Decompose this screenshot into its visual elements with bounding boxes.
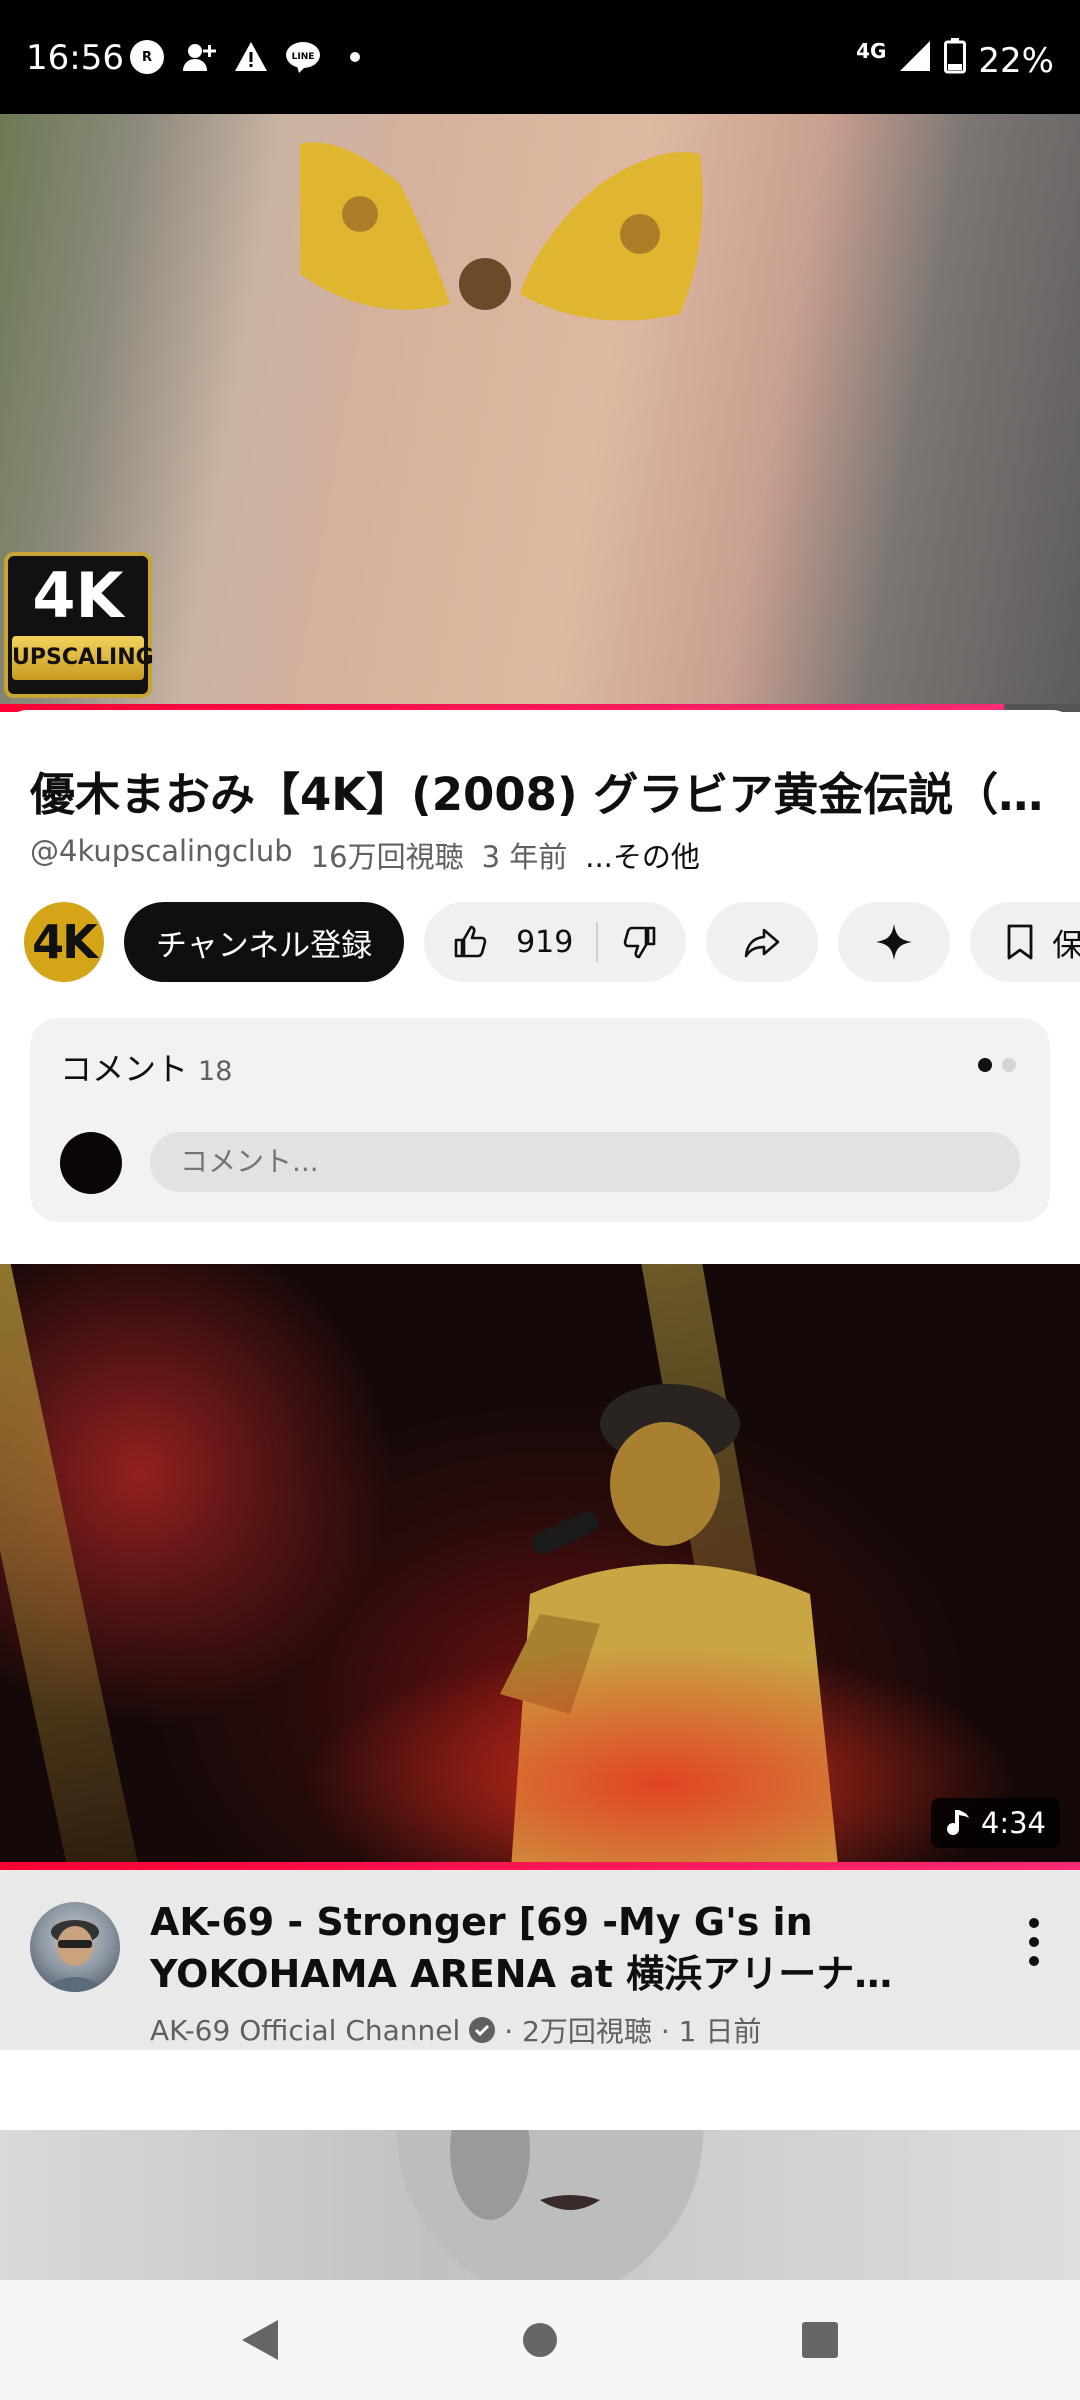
more-notifications-dot-icon xyxy=(336,38,374,76)
battery-icon xyxy=(944,38,967,83)
video-player[interactable]: 4K UPSCALING xyxy=(0,114,1080,704)
ask-ai-button[interactable] xyxy=(838,902,951,982)
channel-name: AK-69 Official Channel xyxy=(150,2013,461,2047)
like-dislike-pill: 919 xyxy=(424,902,687,982)
comment-input[interactable] xyxy=(150,1132,1020,1192)
like-button[interactable]: 919 xyxy=(450,922,573,962)
carousel-indicator xyxy=(978,1058,1016,1072)
carousel-dot-active xyxy=(978,1058,992,1072)
back-triangle-icon xyxy=(242,2320,278,2360)
video-info-panel: 優木まおみ【4K】(2008) グラビア黄金伝説（当時2 @4kupscalin… xyxy=(0,710,1080,1260)
next-video-thumbnail[interactable]: 4:34 xyxy=(0,1264,1080,1864)
channel-avatar-art xyxy=(40,1920,110,1992)
warning-icon xyxy=(232,38,270,76)
comments-teaser[interactable]: コメント 18 xyxy=(30,1018,1050,1222)
signal-icon xyxy=(898,39,932,82)
upload-age: 3 年前 xyxy=(481,840,568,874)
view-count: 16万回視聴 xyxy=(310,840,464,874)
recents-button[interactable] xyxy=(780,2300,860,2380)
channel-handle: @4kupscalingclub xyxy=(30,834,293,868)
channel-avatar[interactable]: 4K xyxy=(24,902,104,982)
notification-icons: R LINE xyxy=(128,38,374,76)
more-options-icon[interactable] xyxy=(1014,1912,1054,1972)
battery-percent: 22% xyxy=(978,40,1054,81)
next-video-title[interactable]: AK-69 - Stronger [69 -My G's in YOKOHAMA… xyxy=(150,1896,950,2000)
carousel-dot xyxy=(1002,1058,1016,1072)
home-circle-icon xyxy=(523,2323,557,2357)
duration-text: 4:34 xyxy=(980,1806,1046,1840)
subscribe-button[interactable]: チャンネル登録 xyxy=(124,902,405,982)
action-bar: 4K チャンネル登録 919 保存 xyxy=(24,902,1080,982)
share-button[interactable] xyxy=(706,902,819,982)
status-right: 4G 22% xyxy=(856,38,1054,83)
thumbnail-red-smoke xyxy=(300,1644,1020,1864)
next-video-views-age: · 2万回視聴 · 1 日前 xyxy=(504,2015,762,2048)
duration-badge: 4:34 xyxy=(930,1798,1060,1848)
bookmark-icon xyxy=(1007,924,1033,960)
sparkle-icon xyxy=(876,924,913,960)
watched-progress-bar xyxy=(0,1862,1080,1870)
line-app-icon: LINE xyxy=(284,38,322,76)
video-meta[interactable]: @4kupscalingclub 16万回視聴 3 年前 ...その他 xyxy=(30,834,700,876)
comments-count: 18 xyxy=(198,1056,233,1087)
rakuten-link-icon: R xyxy=(128,38,166,76)
thumbs-up-icon xyxy=(454,925,487,958)
back-button[interactable] xyxy=(220,2300,300,2380)
network-type: 4G xyxy=(856,38,887,63)
svg-text:LINE: LINE xyxy=(292,52,315,62)
comments-title: コメント xyxy=(60,1050,189,1088)
badge-upscaling-text: UPSCALING xyxy=(12,636,154,680)
home-button[interactable] xyxy=(500,2300,580,2380)
thumbs-down-icon xyxy=(623,926,656,959)
user-avatar xyxy=(60,1132,122,1194)
channel-avatar[interactable] xyxy=(30,1902,120,1992)
third-video-thumbnail[interactable] xyxy=(0,2130,1080,2280)
svg-text:R: R xyxy=(142,50,152,65)
save-button[interactable]: 保存 xyxy=(970,902,1080,982)
thumbnail-portrait-art xyxy=(396,2130,704,2280)
dislike-button[interactable] xyxy=(620,922,660,962)
like-divider xyxy=(595,922,598,962)
recents-square-icon xyxy=(802,2322,838,2358)
video-frame-art xyxy=(300,142,703,321)
next-video-details[interactable]: AK-69 - Stronger [69 -My G's in YOKOHAMA… xyxy=(0,1870,1080,2050)
like-count: 919 xyxy=(516,924,574,960)
video-title[interactable]: 優木まおみ【4K】(2008) グラビア黄金伝説（当時2 xyxy=(30,758,1050,823)
verified-icon xyxy=(469,2017,496,2043)
status-time: 16:56 xyxy=(26,38,124,78)
badge-4k-text: 4K xyxy=(32,559,124,632)
comments-header: コメント 18 xyxy=(60,1044,232,1090)
share-icon xyxy=(744,928,780,958)
more-description-link[interactable]: ...その他 xyxy=(585,834,700,876)
status-bar: 16:56 R LINE 4G 22% xyxy=(0,0,1080,114)
add-contact-icon xyxy=(180,38,218,76)
save-label: 保存 xyxy=(1052,927,1080,964)
music-note-icon xyxy=(946,1810,969,1836)
next-video-meta: AK-69 Official Channel · 2万回視聴 · 1 日前 xyxy=(150,2010,761,2050)
4k-upscaling-badge: 4K UPSCALING xyxy=(4,552,154,698)
system-nav-bar xyxy=(0,2280,1080,2400)
